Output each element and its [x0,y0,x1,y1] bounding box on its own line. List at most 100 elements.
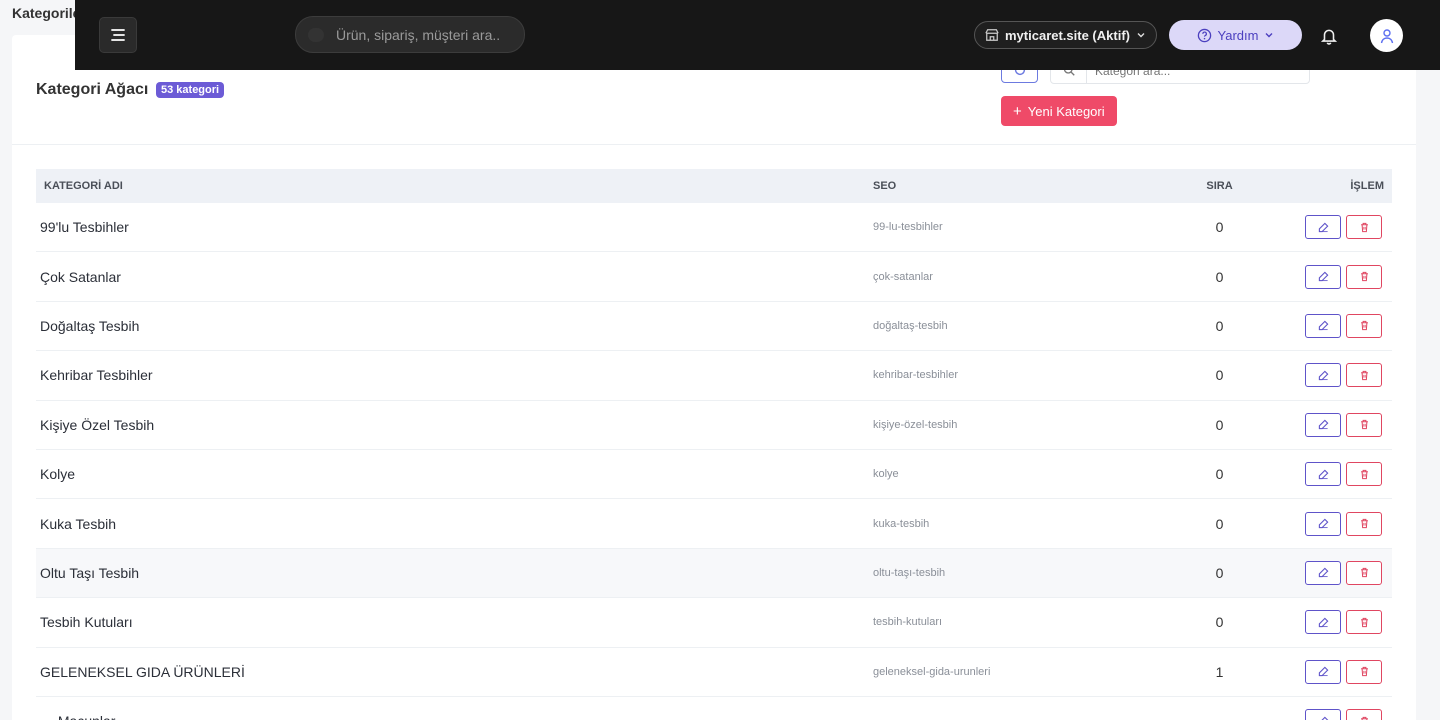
row-actions [1261,215,1392,240]
row-actions [1261,313,1392,338]
trash-icon [1360,370,1368,380]
delete-button[interactable] [1346,610,1382,635]
category-name: Çok Satanlar [40,268,121,285]
category-order: 0 [1215,219,1224,236]
col-header-name: KATEGORİ ADI [44,180,123,192]
row-actions [1261,412,1392,437]
table-row: Tesbih Kutuları tesbih-kutuları 0 [36,598,1392,648]
notifications-button[interactable] [1318,25,1340,47]
delete-button[interactable] [1346,560,1382,585]
delete-button[interactable] [1346,215,1382,240]
category-name: — Macunlar [36,713,868,720]
edit-icon [1318,469,1328,479]
edit-icon [1318,321,1328,331]
store-selector[interactable]: myticaret.site (Aktif) [974,21,1157,49]
col-header-islem: İŞLEM [1350,180,1384,192]
table-row: 99'lu Tesbihler 99-lu-tesbihler 0 [36,203,1392,253]
help-button[interactable]: Yardım [1169,20,1302,50]
global-search [295,16,525,53]
trash-icon [1360,222,1368,232]
category-name: Kehribar Tesbihler [40,367,153,384]
delete-button[interactable] [1346,511,1382,536]
edit-icon [1318,419,1328,430]
store-icon [985,29,999,41]
table-row: Kuka Tesbih kuka-tesbih 0 [36,499,1392,549]
hamburger-icon [111,29,125,41]
menu-toggle-button[interactable] [99,17,137,53]
category-card: Kategori Ağacı 53 kategori + Yeni Katego… [12,35,1416,720]
edit-button[interactable] [1305,412,1341,437]
table-row: GELENEKSEL GIDA ÜRÜNLERİ geleneksel-gida-… [36,648,1392,697]
delete-button[interactable] [1346,709,1382,720]
delete-button[interactable] [1346,313,1382,338]
category-name: Kuka Tesbih [40,515,117,532]
card-title: Kategori Ağacı [36,81,149,98]
edit-button[interactable] [1305,462,1341,487]
delete-button[interactable] [1346,462,1382,487]
table-row: Kolye kolye 0 [36,450,1392,500]
edit-button[interactable] [1305,313,1341,338]
row-actions [1261,610,1392,635]
edit-icon [1318,222,1328,232]
user-avatar[interactable] [1370,19,1403,52]
edit-button[interactable] [1305,610,1341,635]
row-actions [1261,659,1392,684]
edit-button[interactable] [1305,511,1341,536]
edit-icon [1318,568,1328,578]
category-order: 0 [1215,416,1224,433]
new-category-button[interactable]: + Yeni Kategori [1001,96,1117,126]
edit-button[interactable] [1305,560,1341,585]
edit-icon [1318,617,1328,627]
row-actions [1261,462,1392,487]
delete-button[interactable] [1346,264,1382,289]
category-count-badge: 53 kategori [156,82,225,98]
category-name: Kolye [40,466,76,483]
trash-icon [1360,568,1368,578]
global-search-input[interactable] [336,26,516,44]
edit-icon [1318,271,1328,282]
trash-icon [1360,469,1368,479]
category-seo: kuka-tesbih [873,517,930,530]
trash-icon [1360,667,1368,677]
category-seo: geleneksel-gida-urunleri [873,665,991,678]
delete-button[interactable] [1346,412,1382,437]
category-seo: tesbih-kutuları [873,616,943,629]
category-order: 1 [1215,663,1224,680]
plus-icon: + [1013,102,1022,120]
table-row: Kişiye Özel Tesbih kişiye-özel-tesbih 0 [36,401,1392,450]
category-seo: kolye [873,468,899,481]
category-order: 0 [1215,367,1224,384]
bell-icon [1320,29,1338,45]
table-body: 99'lu Tesbihler 99-lu-tesbihler 0 Çok Satan… [36,203,1392,720]
category-name: GELENEKSEL GIDA ÜRÜNLERİ [40,663,245,680]
category-seo: doğaltaş-tesbih [873,319,948,332]
trash-icon [1360,518,1368,529]
category-seo: oltu-taşı-tesbih [873,566,946,579]
category-seo: 99-lu-tesbihler [873,221,943,234]
edit-button[interactable] [1305,215,1341,240]
edit-button[interactable] [1305,264,1341,289]
edit-icon [1318,370,1328,381]
edit-button[interactable] [1305,709,1341,720]
table-row: — Macunlar [36,697,1392,720]
chevron-down-icon [1137,33,1145,38]
question-circle-icon [1197,28,1211,42]
new-category-label: Yeni Kategori [1027,103,1105,119]
category-order: 0 [1215,564,1224,581]
edit-button[interactable] [1305,363,1341,388]
trash-icon [1360,321,1368,331]
topbar: myticaret.site (Aktif) Yardım [75,0,1440,70]
col-header-sira: SIRA [1206,180,1233,192]
trash-icon [1360,617,1368,627]
delete-button[interactable] [1346,363,1382,388]
col-header-seo: SEO [873,180,897,192]
delete-button[interactable] [1346,659,1382,684]
category-order: 0 [1215,268,1224,285]
edit-button[interactable] [1305,659,1341,684]
row-actions [1261,511,1392,536]
table-header: KATEGORİ ADI SEO SIRA İŞLEM [36,169,1392,203]
user-icon [1380,28,1393,43]
category-name: Kişiye Özel Tesbih [40,416,155,433]
table-row: Oltu Taşı Tesbih oltu-taşı-tesbih 0 [36,548,1392,599]
edit-icon [1318,666,1328,677]
